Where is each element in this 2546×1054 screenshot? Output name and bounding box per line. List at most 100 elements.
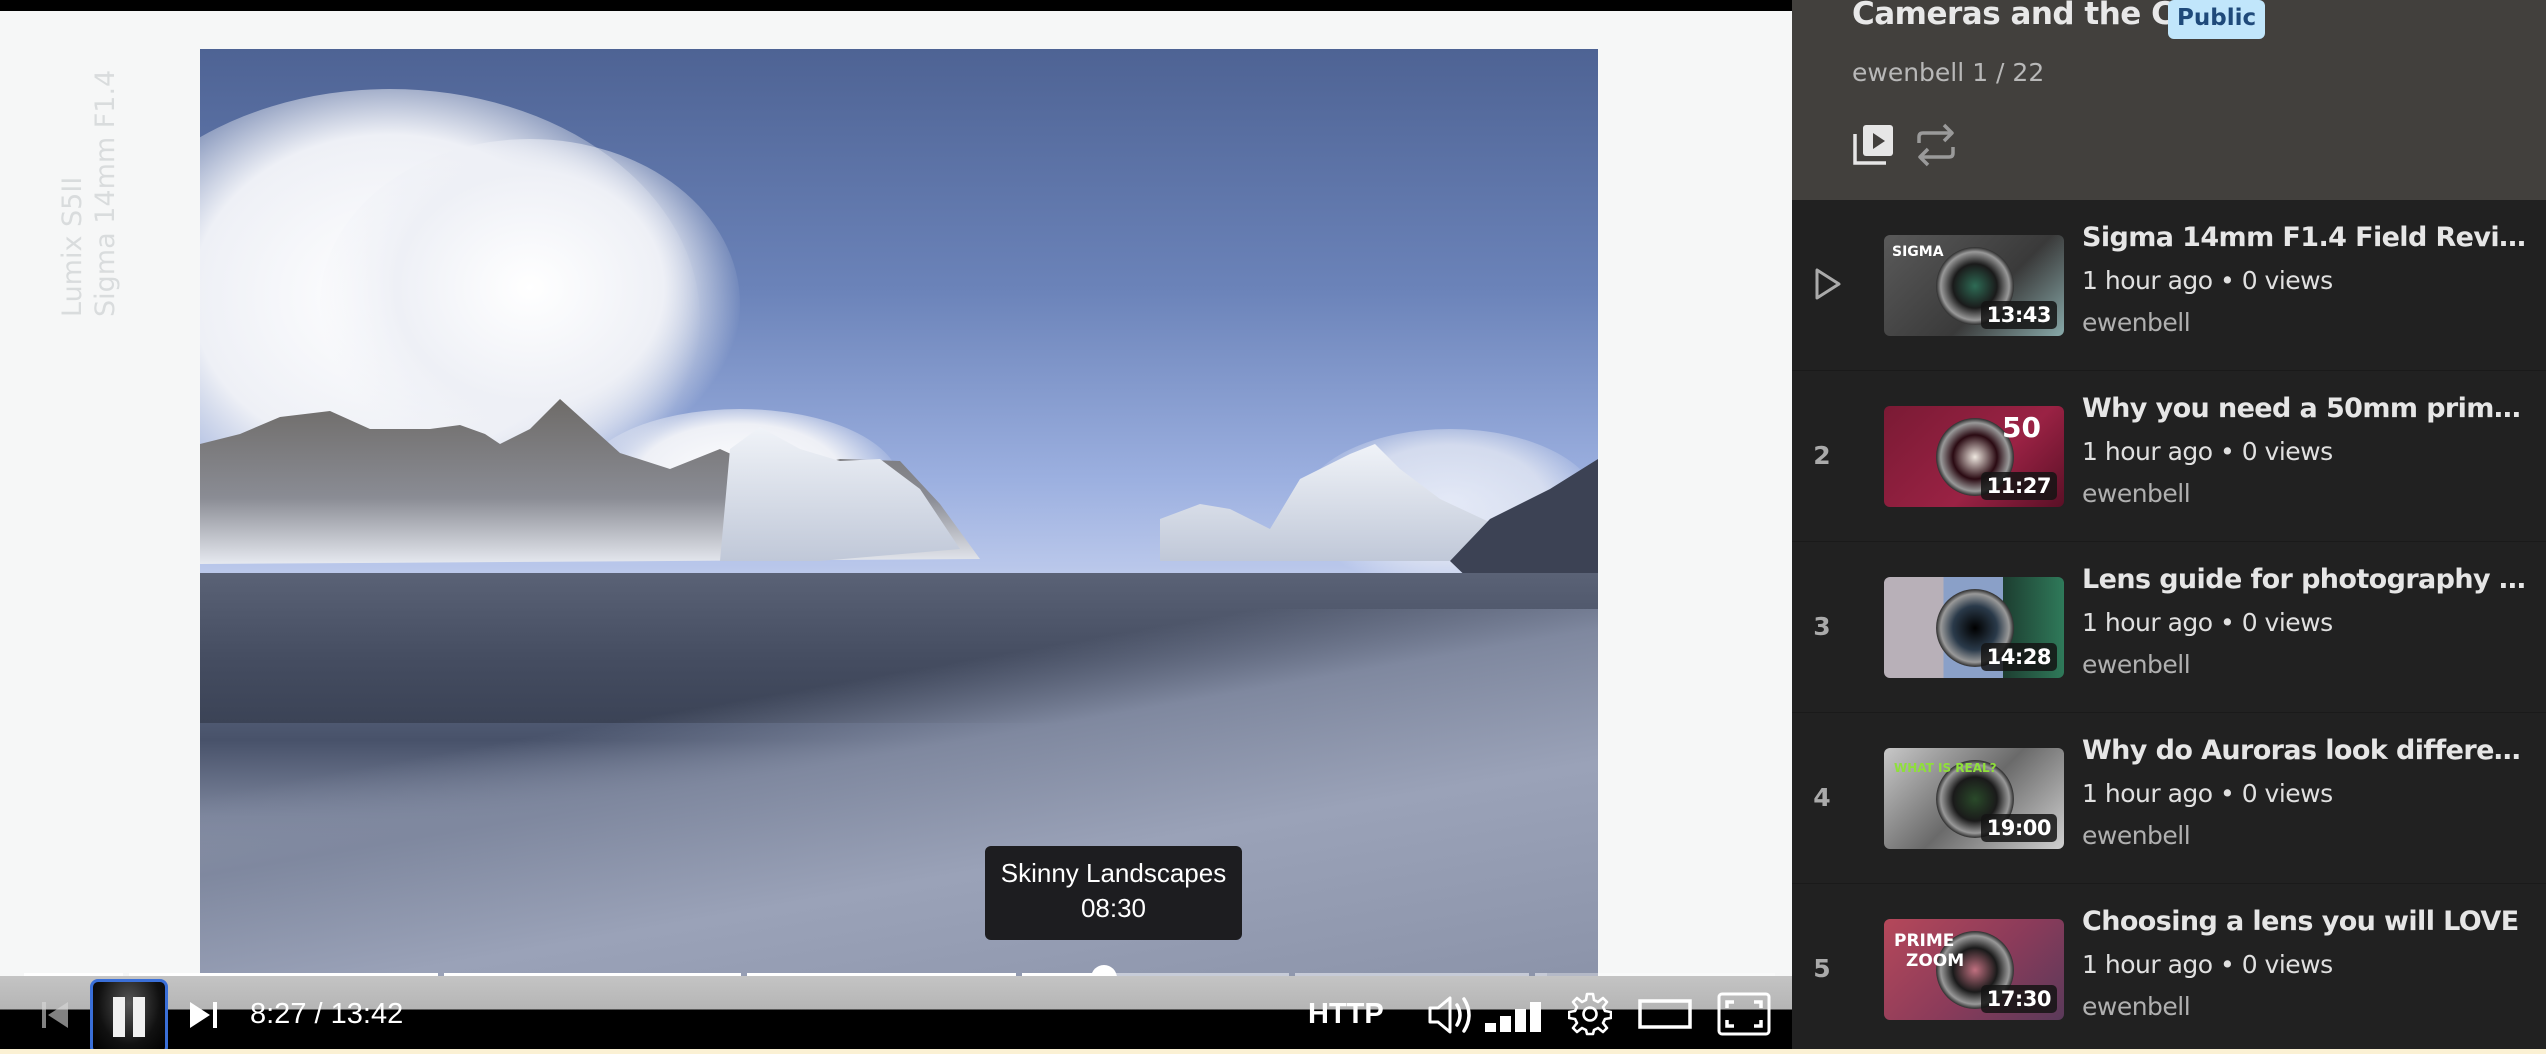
item-index: 2 [1813,441,1831,470]
duration-badge: 11:27 [1980,472,2057,500]
chapter-title: Skinny Landscapes [1000,858,1227,888]
thumbnail-caption: 50 [2002,411,2041,444]
next-button[interactable] [184,998,224,1032]
volume-bar [1500,1016,1511,1032]
current-time: 8:27 [250,997,307,1030]
theater-mode-button[interactable] [1636,994,1694,1034]
item-age: 1 hour ago [2082,950,2213,979]
item-channel[interactable]: ewenbell [2082,308,2191,337]
duration-badge: 19:00 [1980,814,2057,842]
thumbnail-caption: SIGMA [1892,244,1944,260]
item-index: 5 [1813,954,1831,983]
item-meta: 1 hour ago • 0 views [2082,608,2333,637]
volume-bar [1530,1002,1541,1032]
playlist-play-icon [1853,125,1893,165]
video-thumbnail[interactable]: 14:28 [1884,577,2064,678]
volume-slider[interactable] [1484,996,1542,1032]
fullscreen-button[interactable] [1716,990,1772,1038]
protocol-label: HTTP [1308,997,1384,1030]
overlay-camera-text: Lumix S5II [57,176,88,317]
chapter-tooltip: Skinny Landscapes 08:30 [985,846,1242,940]
item-channel[interactable]: ewenbell [2082,650,2191,679]
skip-previous-icon [42,1002,68,1028]
bottom-edge [0,1049,2546,1054]
video-player[interactable]: Lumix S5II Sigma 14mm F1.4 Skinny Landsc… [0,0,1792,1054]
item-meta: 1 hour ago • 0 views [2082,950,2333,979]
playlist-owner[interactable]: ewenbell [1852,58,1964,87]
theater-mode-icon [1638,999,1692,1029]
duration-badge: 17:30 [1980,985,2057,1013]
chapter-time: 08:30 [1080,893,1147,923]
item-views: 0 views [2241,266,2333,295]
item-meta: 1 hour ago • 0 views [2082,437,2333,466]
loop-button[interactable] [1914,121,1958,169]
video-thumbnail[interactable]: SIGMA 13:43 [1884,235,2064,336]
pause-icon [113,997,145,1037]
item-meta: 1 hour ago • 0 views [2082,779,2333,808]
item-index: 4 [1813,783,1831,812]
item-views: 0 views [2241,950,2333,979]
pause-button[interactable] [90,979,168,1054]
foreground-snow [200,609,1598,1009]
item-views: 0 views [2241,608,2333,637]
item-title[interactable]: Lens guide for photography in the Arctic [2082,564,2532,595]
item-title[interactable]: Why you need a 50mm prime in your kit [2082,393,2532,424]
playlist-item[interactable]: 5 PRIME ZOOM 17:30 Choosing a lens you will … [1792,884,2546,1054]
skip-next-icon [190,1002,217,1028]
video-overlay-caption: Lumix S5II Sigma 14mm F1.4 [56,57,136,317]
item-channel[interactable]: ewenbell [2082,479,2191,508]
meta-separator: • [2212,437,2242,466]
duration-time: 13:42 [330,997,404,1030]
play-all-button[interactable] [1852,122,1896,168]
time-separator: / [306,997,331,1030]
item-age: 1 hour ago [2082,437,2213,466]
video-thumbnail[interactable]: WHAT IS REAL? 19:00 [1884,748,2064,849]
thumbnail-caption: PRIME [1894,931,1955,951]
loop-icon [1917,123,1955,167]
duration-badge: 13:43 [1980,301,2057,329]
item-meta: 1 hour ago • 0 views [2082,266,2333,295]
volume-bar [1515,1009,1526,1032]
item-channel[interactable]: ewenbell [2082,992,2191,1021]
item-index: 3 [1813,612,1831,641]
playlist-item[interactable]: 4 WHAT IS REAL? 19:00 Why do Auroras look d… [1792,713,2546,884]
item-age: 1 hour ago [2082,266,2213,295]
overlay-lens-text: Sigma 14mm F1.4 [90,69,121,317]
duration-badge: 14:28 [1980,643,2057,671]
meta-separator: • [2212,779,2242,808]
gear-icon [1568,992,1612,1036]
playlist-meta: ewenbell 1 / 22 [1852,58,2044,87]
meta-separator: • [2212,266,2242,295]
thumbnail-caption: ZOOM [1906,951,1965,971]
volume-bar [1485,1023,1496,1032]
thumbnail-caption: WHAT IS REAL? [1894,761,1997,775]
settings-button[interactable] [1566,990,1614,1038]
playlist-item[interactable]: SIGMA 13:43 Sigma 14mm F1.4 Field Review f… [1792,200,2546,371]
item-title[interactable]: Choosing a lens you will LOVE [2082,906,2532,937]
playlist-item[interactable]: 3 14:28 Lens guide for photography in the … [1792,542,2546,713]
playlist-position: 1 / 22 [1972,58,2045,87]
video-thumbnail[interactable]: PRIME ZOOM 17:30 [1884,919,2064,1020]
playlist-items: SIGMA 13:43 Sigma 14mm F1.4 Field Review f… [1792,200,2546,1054]
item-age: 1 hour ago [2082,608,2213,637]
previous-button[interactable] [36,998,76,1032]
item-title[interactable]: Sigma 14mm F1.4 Field Review for Auroras… [2082,222,2532,253]
now-playing-icon [1814,267,1842,301]
item-age: 1 hour ago [2082,779,2213,808]
volume-button[interactable] [1424,992,1478,1038]
video-stage[interactable]: Lumix S5II Sigma 14mm F1.4 Skinny Landsc… [0,11,1792,1016]
item-title[interactable]: Why do Auroras look different on camera [2082,735,2532,766]
meta-separator: • [2212,950,2242,979]
playlist-panel: Cameras and the Craft Public ewenbell 1 /… [1792,0,2546,1049]
video-thumbnail[interactable]: 50 11:27 [1884,406,2064,507]
playlist-header: Cameras and the Craft Public ewenbell 1 /… [1792,0,2546,200]
volume-icon [1428,996,1471,1034]
control-bar: 8:27 / 13:42 HTTP [0,976,1792,1054]
visibility-badge: Public [2168,0,2266,39]
meta-separator: • [2212,608,2242,637]
video-frame [200,49,1598,1009]
item-channel[interactable]: ewenbell [2082,821,2191,850]
playlist-item[interactable]: 2 50 11:27 Why you need a 50mm prime in you… [1792,371,2546,542]
fullscreen-icon [1717,992,1771,1036]
item-views: 0 views [2241,779,2333,808]
